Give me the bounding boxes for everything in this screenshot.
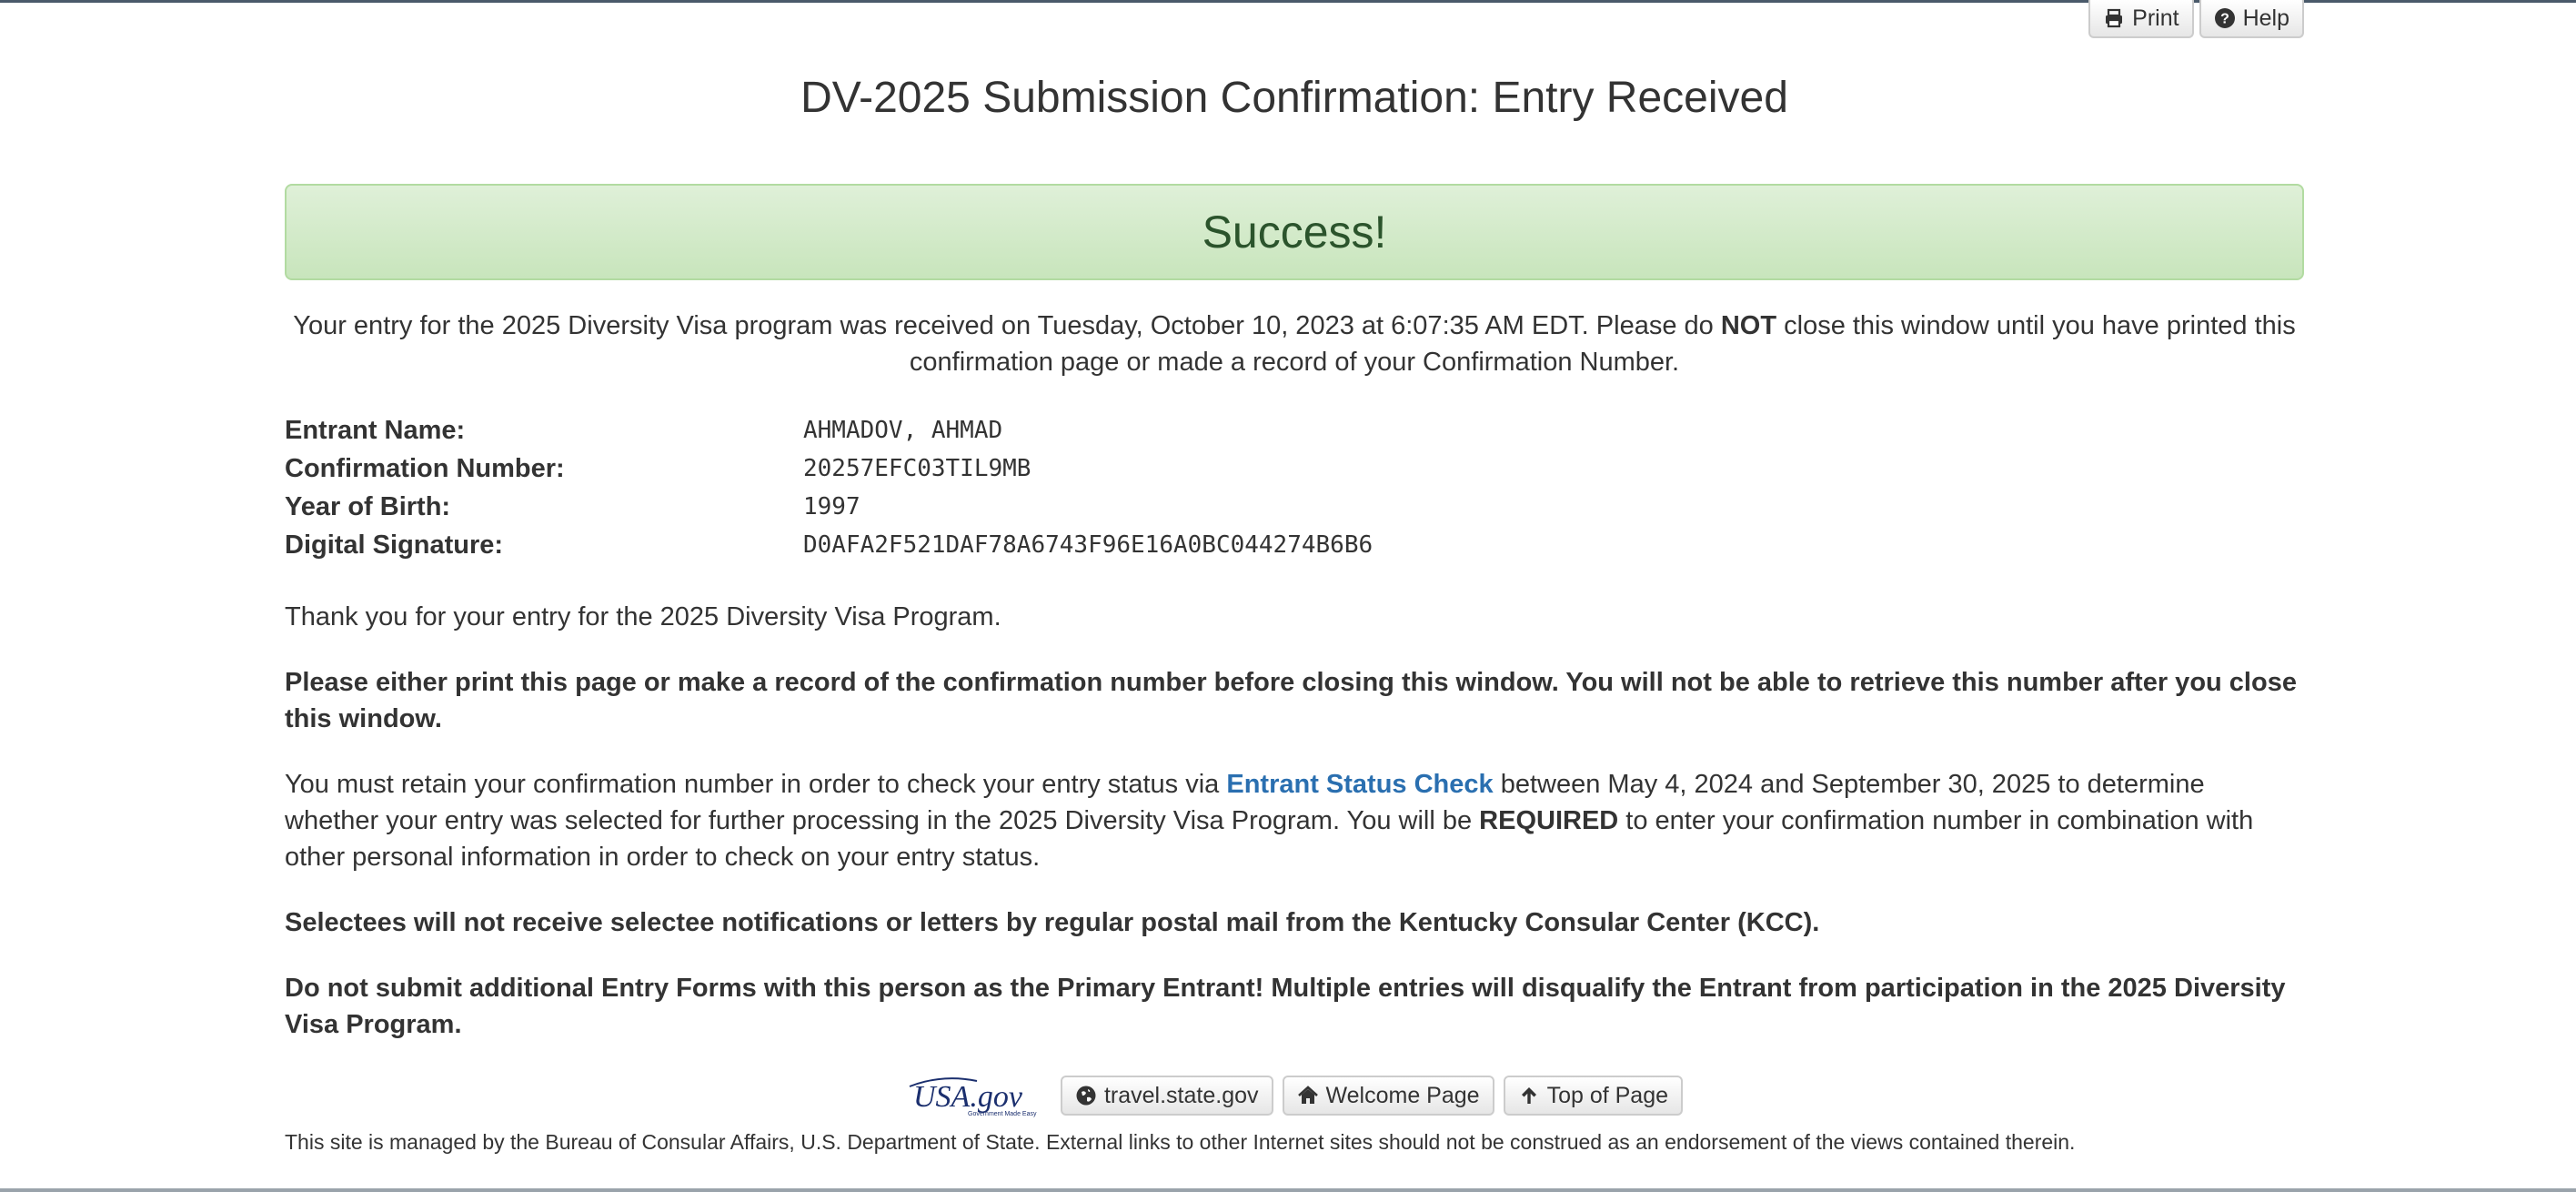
required-text: REQUIRED — [1479, 806, 1619, 835]
footer-disclaimer: This site is managed by the Bureau of Co… — [285, 1130, 2076, 1154]
multiple-entries-warning: Do not submit additional Entry Forms wit… — [285, 974, 2286, 1039]
print-icon — [2103, 7, 2125, 29]
help-button[interactable]: ? Help — [2199, 0, 2304, 38]
detail-row-year-of-birth: Year of Birth: 1997 — [285, 488, 2304, 526]
print-button[interactable]: Print — [2088, 0, 2194, 38]
travel-label: travel.state.gov — [1103, 1082, 1259, 1108]
home-icon — [1297, 1085, 1319, 1106]
intro-emphasis: NOT — [1720, 311, 1777, 340]
print-warning-text: Please either print this page or make a … — [285, 668, 2297, 733]
detail-value: 20257EFC03TIL9MB — [803, 455, 1031, 482]
welcome-label: Welcome Page — [1325, 1082, 1480, 1108]
top-of-page-button[interactable]: Top of Page — [1503, 1076, 1684, 1116]
detail-label: Entrant Name: — [285, 415, 466, 445]
detail-row-digital-signature: Digital Signature: D0AFA2F521DAF78A6743F… — [285, 526, 2304, 564]
detail-value: 1997 — [803, 493, 860, 520]
svg-text:?: ? — [2220, 12, 2229, 27]
footer-links: USA.gov Government Made Easy travel.stat… — [285, 1072, 2304, 1119]
entry-details: Entrant Name: AHMADOV, AHMAD Confirmatio… — [285, 411, 2304, 564]
retain-text: You must retain your confirmation number… — [285, 766, 2304, 875]
detail-label: Digital Signature: — [285, 530, 504, 560]
detail-row-confirmation-number: Confirmation Number: 20257EFC03TIL9MB — [285, 450, 2304, 488]
detail-label: Confirmation Number: — [285, 453, 565, 483]
usagov-logo[interactable]: USA.gov Government Made Easy — [906, 1072, 1052, 1119]
success-alert: Success! — [285, 184, 2304, 280]
detail-value: D0AFA2F521DAF78A6743F96E16A0BC044274B6B6 — [803, 531, 1374, 559]
arrow-up-icon — [1518, 1085, 1540, 1106]
top-toolbar: Print ? Help — [2088, 0, 2304, 38]
usagov-logo-tagline: Government Made Easy — [968, 1111, 1037, 1117]
help-label: Help — [2242, 5, 2289, 31]
print-label: Print — [2132, 5, 2179, 31]
welcome-page-button[interactable]: Welcome Page — [1282, 1076, 1494, 1116]
help-icon: ? — [2214, 7, 2236, 29]
entrant-status-check-link[interactable]: Entrant Status Check — [1226, 770, 1493, 799]
detail-label: Year of Birth: — [285, 491, 451, 521]
travel-state-gov-button[interactable]: travel.state.gov — [1060, 1076, 1273, 1116]
usagov-logo-text: USA.gov — [913, 1080, 1023, 1114]
top-label: Top of Page — [1546, 1082, 1669, 1108]
selectees-text: Selectees will not receive selectee noti… — [285, 908, 1820, 937]
thanks-text: Thank you for your entry for the 2025 Di… — [285, 602, 1001, 631]
page-title: DV-2025 Submission Confirmation: Entry R… — [800, 74, 1788, 122]
detail-row-entrant-name: Entrant Name: AHMADOV, AHMAD — [285, 411, 2304, 450]
intro-part1: Your entry for the 2025 Diversity Visa p… — [293, 311, 1721, 340]
bottom-border — [0, 1188, 2576, 1192]
globe-icon — [1075, 1085, 1097, 1106]
detail-value: AHMADOV, AHMAD — [803, 417, 1003, 444]
retain-part1: You must retain your confirmation number… — [285, 770, 1227, 799]
intro-text: Your entry for the 2025 Diversity Visa p… — [285, 308, 2304, 380]
success-alert-text: Success! — [1202, 207, 1387, 258]
